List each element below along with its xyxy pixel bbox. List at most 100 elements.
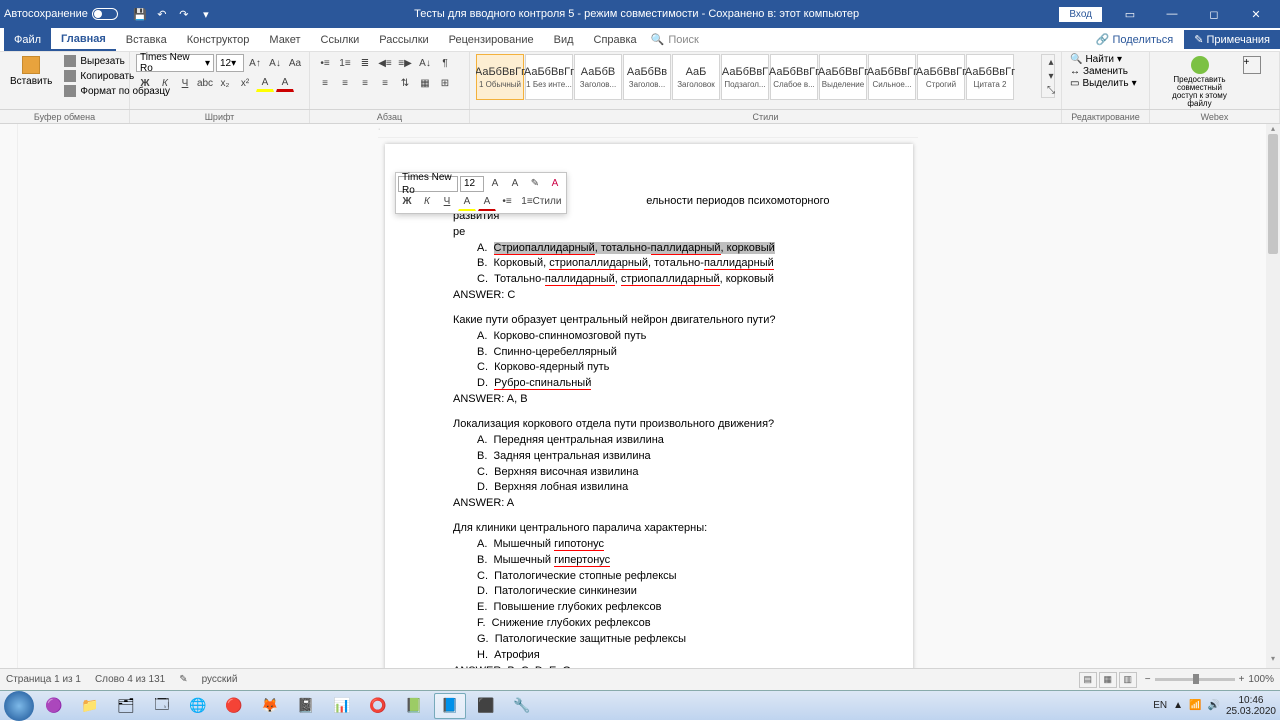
- start-button[interactable]: [4, 691, 34, 721]
- replace-button[interactable]: ↔ Заменить: [1068, 66, 1139, 77]
- paste-button[interactable]: Вставить: [6, 54, 56, 89]
- justify-icon[interactable]: ≡: [376, 74, 394, 92]
- mini-italic-icon[interactable]: К: [418, 193, 436, 211]
- comments-button[interactable]: ✎ Примечания: [1184, 30, 1280, 49]
- change-case-icon[interactable]: Aa: [286, 54, 304, 72]
- style-item[interactable]: АаБбВвГгЦитата 2: [966, 54, 1014, 100]
- scroll-down-icon[interactable]: ▾: [1266, 654, 1280, 668]
- taskbar-app-4[interactable]: 🗔: [146, 693, 178, 719]
- mini-clear-format-icon[interactable]: A: [546, 175, 564, 193]
- scroll-thumb[interactable]: [1268, 134, 1278, 254]
- borders-icon[interactable]: ⊞: [436, 74, 454, 92]
- align-center-icon[interactable]: ≡: [336, 74, 354, 92]
- mini-bold-icon[interactable]: Ж: [398, 193, 416, 211]
- share-button[interactable]: 🔗 Поделиться: [1087, 30, 1183, 49]
- document-area[interactable]: · Times New Ro 12 A A ✎ A Ж К Ч A A: [18, 124, 1280, 668]
- taskbar-app-2[interactable]: 📁: [74, 693, 106, 719]
- font-color-icon[interactable]: A: [276, 74, 294, 92]
- taskbar-excel[interactable]: 📗: [398, 693, 430, 719]
- align-right-icon[interactable]: ≡: [356, 74, 374, 92]
- webex-share-button[interactable]: Предоставить совместный доступ к этому ф…: [1165, 54, 1235, 110]
- mini-underline-icon[interactable]: Ч: [438, 193, 456, 211]
- undo-icon[interactable]: ↶: [154, 6, 170, 22]
- align-left-icon[interactable]: ≡: [316, 74, 334, 92]
- tab-file[interactable]: Файл: [4, 28, 51, 51]
- multilevel-icon[interactable]: ≣: [356, 54, 374, 72]
- mini-styles-button[interactable]: Стили: [538, 193, 556, 211]
- bullets-icon[interactable]: •≡: [316, 54, 334, 72]
- find-button[interactable]: 🔍 Найти ▾: [1068, 54, 1139, 65]
- login-button[interactable]: Вход: [1059, 7, 1102, 22]
- mini-format-painter-icon[interactable]: ✎: [526, 175, 544, 193]
- numbering-icon[interactable]: 1≡: [336, 54, 354, 72]
- highlight-icon[interactable]: A: [256, 74, 274, 92]
- taskbar-powerpoint[interactable]: 📊: [326, 693, 358, 719]
- zoom-out-icon[interactable]: −: [1145, 674, 1151, 685]
- styles-gallery[interactable]: АаБбВвГг1 ОбычныйАаБбВвГг1 Без инте...Аа…: [476, 54, 1037, 100]
- vertical-ruler[interactable]: [0, 124, 18, 668]
- increase-indent-icon[interactable]: ≡▶: [396, 54, 414, 72]
- tab-mailings[interactable]: Рассылки: [369, 28, 438, 51]
- style-item[interactable]: АаБбВвГгСтрогий: [917, 54, 965, 100]
- redo-icon[interactable]: ↷: [176, 6, 192, 22]
- font-size-combo[interactable]: 12 ▾: [216, 54, 244, 72]
- sort-icon[interactable]: A↓: [416, 54, 434, 72]
- tab-references[interactable]: Ссылки: [311, 28, 370, 51]
- zoom-level[interactable]: 100%: [1248, 674, 1274, 685]
- mini-bullets-icon[interactable]: •≡: [498, 193, 516, 211]
- taskbar-firefox[interactable]: 🦊: [254, 693, 286, 719]
- tab-design[interactable]: Конструктор: [177, 28, 260, 51]
- superscript-icon[interactable]: x²: [236, 74, 254, 92]
- tab-review[interactable]: Рецензирование: [439, 28, 544, 51]
- maximize-icon[interactable]: ◻: [1194, 0, 1234, 28]
- tab-home[interactable]: Главная: [51, 28, 116, 51]
- styles-more-icon[interactable]: ⤡: [1042, 83, 1060, 97]
- status-language[interactable]: русский: [202, 674, 238, 685]
- page[interactable]: Times New Ro 12 A A ✎ A Ж К Ч A A •≡ 1≡ …: [385, 144, 913, 668]
- minimize-icon[interactable]: —: [1152, 0, 1192, 28]
- font-name-combo[interactable]: Times New Ro ▾: [136, 54, 214, 72]
- grow-font-icon[interactable]: A↑: [246, 54, 264, 72]
- status-page[interactable]: Страница 1 из 1: [6, 674, 81, 685]
- horizontal-ruler[interactable]: ·: [378, 124, 918, 138]
- style-item[interactable]: АаБбВвГгВыделение: [819, 54, 867, 100]
- taskbar-word[interactable]: 📘: [434, 693, 466, 719]
- tab-help[interactable]: Справка: [584, 28, 647, 51]
- style-item[interactable]: АаБбВвГПодзагол...: [721, 54, 769, 100]
- zoom-slider[interactable]: − + 100%: [1145, 674, 1274, 685]
- status-words[interactable]: Слово 4 из 131: [95, 674, 165, 685]
- vertical-scrollbar[interactable]: ▴ ▾: [1266, 124, 1280, 668]
- autosave-toggle[interactable]: Автосохранение: [4, 8, 118, 20]
- zoom-in-icon[interactable]: +: [1239, 674, 1245, 685]
- mini-grow-font-icon[interactable]: A: [486, 175, 504, 193]
- tray-lang[interactable]: EN: [1153, 700, 1167, 711]
- webex-prefs-button[interactable]: +: [1239, 54, 1265, 76]
- select-button[interactable]: ▭ Выделить ▾: [1068, 78, 1139, 89]
- styles-down-icon[interactable]: ▾: [1042, 69, 1060, 83]
- taskbar-chrome[interactable]: 🌐: [182, 693, 214, 719]
- close-icon[interactable]: ✕: [1236, 0, 1276, 28]
- taskbar-app-15[interactable]: 🔧: [506, 693, 538, 719]
- view-read-icon[interactable]: ▤: [1079, 672, 1097, 688]
- shrink-font-icon[interactable]: A↓: [266, 54, 284, 72]
- style-item[interactable]: АаБбВЗаголов...: [574, 54, 622, 100]
- bold-icon[interactable]: Ж: [136, 74, 154, 92]
- subscript-icon[interactable]: x₂: [216, 74, 234, 92]
- mini-fontcolor-icon[interactable]: A: [478, 193, 496, 211]
- taskbar-explorer[interactable]: 🗂: [110, 693, 142, 719]
- mini-size-combo[interactable]: 12: [460, 176, 484, 192]
- ribbon-display-icon[interactable]: ▭: [1110, 0, 1150, 28]
- mini-shrink-font-icon[interactable]: A: [506, 175, 524, 193]
- shading-icon[interactable]: ▦: [416, 74, 434, 92]
- search-box[interactable]: 🔍 Поиск: [651, 28, 699, 51]
- italic-icon[interactable]: К: [156, 74, 174, 92]
- taskbar-opera[interactable]: ⭕: [362, 693, 394, 719]
- save-icon[interactable]: 💾: [132, 6, 148, 22]
- mini-highlight-icon[interactable]: A: [458, 193, 476, 211]
- mini-font-combo[interactable]: Times New Ro: [398, 176, 458, 192]
- tab-insert[interactable]: Вставка: [116, 28, 177, 51]
- style-item[interactable]: АаБЗаголовок: [672, 54, 720, 100]
- view-web-icon[interactable]: ▥: [1119, 672, 1137, 688]
- decrease-indent-icon[interactable]: ◀≡: [376, 54, 394, 72]
- styles-up-icon[interactable]: ▴: [1042, 55, 1060, 69]
